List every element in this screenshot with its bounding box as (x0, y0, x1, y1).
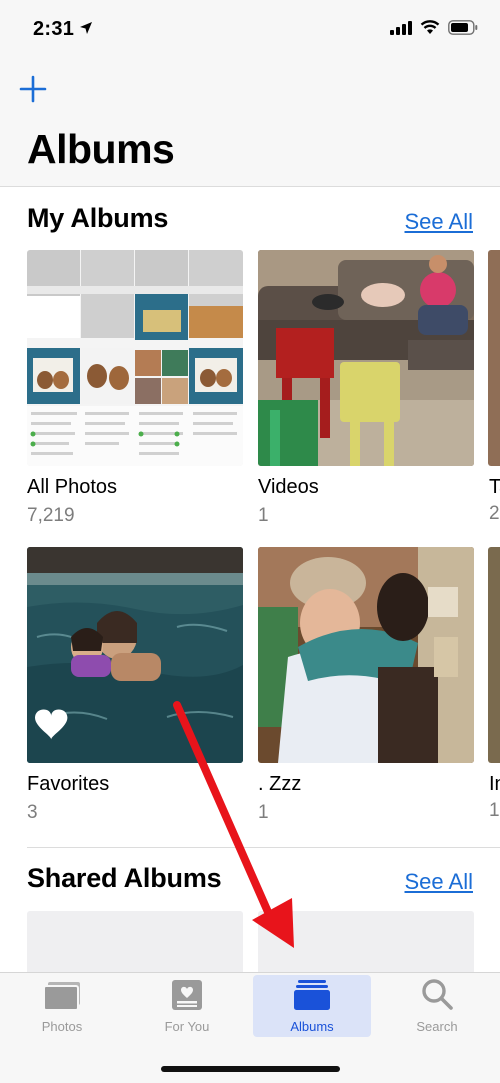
album-partial-thumbnail[interactable] (488, 250, 500, 466)
album-thumbnail (27, 250, 243, 466)
cellular-signal-icon (390, 20, 412, 35)
status-indicators (390, 20, 478, 35)
album-count: 1 (258, 505, 269, 526)
album-thumbnail (258, 250, 474, 466)
tab-albums[interactable]: Albums (253, 975, 371, 1037)
tab-for-you[interactable]: For You (128, 975, 246, 1037)
album-name: . Zzz (258, 773, 302, 795)
shared-albums-title: Shared Albums (27, 863, 222, 893)
battery-icon (448, 20, 478, 35)
album-count: 3 (27, 802, 38, 823)
navigation-header: Albums (0, 60, 500, 187)
album-partial-name: Ta (489, 476, 500, 498)
album-count: 7,219 (27, 505, 75, 526)
status-bar: 2:31 (0, 0, 500, 60)
album-videos[interactable]: Videos 1 (258, 250, 474, 527)
wifi-icon (420, 20, 440, 34)
tab-label: Albums (290, 1019, 334, 1034)
album-partial-name: In (489, 773, 500, 795)
shared-albums-see-all-link[interactable]: See All (405, 869, 474, 895)
search-icon (422, 979, 453, 1010)
albums-icon (294, 980, 330, 1010)
album-partial-count: 2 (489, 503, 500, 524)
album-all-photos[interactable]: All Photos 7,219 (27, 250, 243, 527)
my-albums-see-all-link[interactable]: See All (405, 209, 474, 235)
shared-album-thumbnail[interactable] (27, 911, 243, 973)
tab-search[interactable]: Search (378, 975, 496, 1037)
tab-label: Photos (41, 1019, 83, 1034)
album-zzz[interactable]: . Zzz 1 (258, 547, 474, 824)
page-title: Albums (27, 126, 175, 172)
album-partial-thumbnail[interactable] (488, 547, 500, 763)
album-thumbnail (258, 547, 474, 763)
for-you-icon (172, 980, 202, 1010)
location-arrow-icon (80, 22, 92, 34)
tab-label: For You (164, 1019, 210, 1034)
album-name: Videos (258, 476, 319, 498)
my-albums-title: My Albums (27, 203, 169, 233)
album-partial-count: 18 (489, 800, 500, 821)
home-indicator (161, 1066, 340, 1072)
album-count: 1 (258, 802, 269, 823)
album-name: Favorites (27, 773, 110, 795)
tab-photos[interactable]: Photos (3, 975, 121, 1037)
shared-album-thumbnail[interactable] (258, 911, 474, 973)
section-divider (27, 847, 500, 848)
tab-label: Search (416, 1019, 458, 1034)
album-thumbnail (27, 547, 243, 763)
album-name: All Photos (27, 476, 118, 498)
status-time: 2:31 (33, 18, 75, 40)
photos-icon (43, 982, 80, 1011)
album-favorites[interactable]: Favorites 3 (27, 547, 243, 824)
add-album-button[interactable] (18, 74, 48, 104)
